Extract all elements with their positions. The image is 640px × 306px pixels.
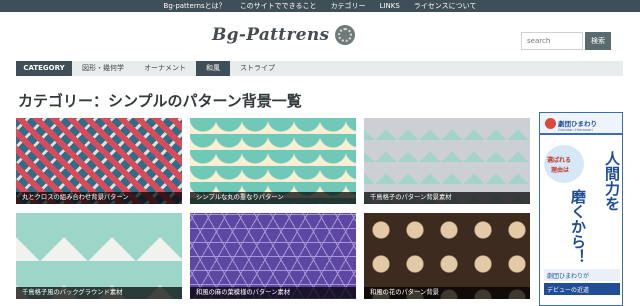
pattern-card[interactable]: 丸とクロスの組み合わせ背景パターン: [16, 118, 182, 204]
category-label: CATEGORY: [16, 61, 72, 76]
category-nav: CATEGORY 図形・幾何学 オーナメント 和風 ストライプ: [16, 61, 623, 76]
page-title: カテゴリー：シンプルのパターン背景一覧: [18, 92, 302, 110]
pattern-card[interactable]: 千鳥格子風のバックグラウンド素材: [16, 213, 182, 299]
search-input[interactable]: [521, 32, 583, 50]
top-nav-link-features[interactable]: このサイトでできること: [233, 0, 324, 12]
search-button[interactable]: 検索: [585, 32, 611, 50]
top-nav-link-license[interactable]: ライセンスについて: [407, 0, 484, 12]
ad-footer-text-2: デビューの近道: [547, 287, 590, 294]
site-logo[interactable]: Bg-Pattrens: [212, 25, 356, 45]
ad-footer-line-2: デビューの近道: [544, 283, 620, 295]
site-header: Bg-Pattrens 検索: [0, 12, 640, 60]
top-nav-bar: Bg-patternsとは？ このサイトでできること カテゴリー LINKS ラ…: [0, 0, 640, 12]
pattern-caption: 和風の花のパターン背景: [364, 287, 530, 299]
logo-pattern-icon: [335, 25, 356, 45]
top-nav-link-about[interactable]: Bg-patternsとは？: [157, 0, 233, 12]
ad-headline-2: 磨くから！: [569, 189, 587, 264]
top-nav-link-category[interactable]: カテゴリー: [324, 0, 373, 12]
nav-item-stripe[interactable]: ストライプ: [230, 61, 285, 76]
pattern-card[interactable]: 和風の花のパターン背景: [364, 213, 530, 299]
top-nav-link-links[interactable]: LINKS: [373, 0, 407, 12]
pattern-card[interactable]: シンプルな丸の重なりパターン: [190, 118, 356, 204]
nav-item-geometric[interactable]: 図形・幾何学: [72, 61, 134, 76]
pattern-caption: 千鳥格子風のバックグラウンド素材: [16, 287, 182, 299]
ad-header: 劇団ひまわり Gekidan Himawari: [540, 113, 622, 135]
pattern-caption: 丸とクロスの組み合わせ背景パターン: [16, 192, 182, 204]
sidebar-ad-banner[interactable]: 劇団ひまわり Gekidan Himawari 選ばれる 理由は 人間力を 磨く…: [539, 112, 623, 306]
pattern-caption: シンプルな丸の重なりパターン: [190, 192, 356, 204]
nav-item-ornament[interactable]: オーナメント: [134, 61, 196, 76]
pattern-caption: 和風の麻の葉模様のパターン素材: [190, 287, 356, 299]
ad-question-line-1: 選ばれる: [547, 157, 572, 164]
ad-brand-sub: Gekidan Himawari: [558, 127, 593, 132]
ad-footer-text-1: 劇団ひまわりが: [547, 273, 590, 280]
ad-question-badge: [544, 145, 584, 183]
nav-item-japanese[interactable]: 和風: [196, 61, 230, 76]
pattern-card[interactable]: 千鳥格子のパターン背景素材: [364, 118, 530, 204]
ad-headline-1: 人間力を: [603, 151, 621, 211]
sunflower-logo-icon: [545, 118, 556, 129]
pattern-caption: 千鳥格子のパターン背景素材: [364, 192, 530, 204]
pattern-card[interactable]: 和風の麻の葉模様のパターン素材: [190, 213, 356, 299]
logo-text: Bg-Pattrens: [212, 25, 330, 45]
ad-question-line-2: 理由は: [551, 167, 570, 174]
ad-footer-line-1: 劇団ひまわりが: [544, 269, 620, 281]
